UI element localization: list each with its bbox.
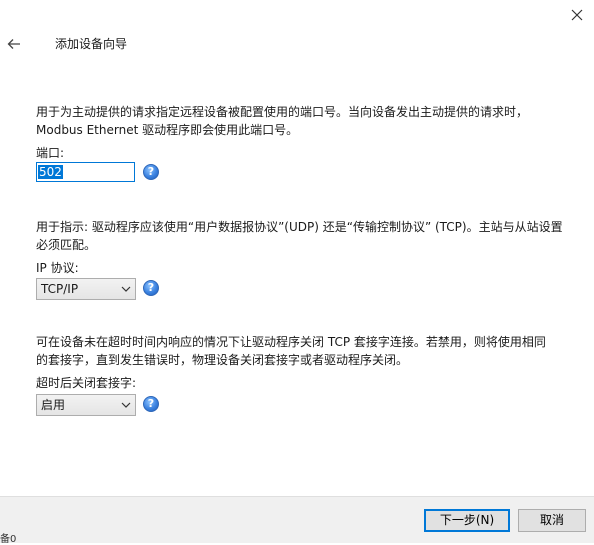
- protocol-label: IP 协议:: [36, 261, 79, 275]
- chevron-down-icon: [121, 286, 131, 292]
- protocol-select-value: TCP/IP: [41, 282, 79, 296]
- chevron-down-icon: [121, 402, 131, 408]
- port-input-value: 502: [38, 165, 63, 179]
- dialog-footer: 下一步(N) 取消: [0, 496, 594, 543]
- port-input[interactable]: 502: [36, 162, 135, 182]
- protocol-select[interactable]: TCP/IP: [36, 278, 136, 300]
- dialog-title: 添加设备向导: [55, 37, 128, 51]
- next-button[interactable]: 下一步(N): [424, 509, 510, 532]
- protocol-help-icon[interactable]: ?: [143, 280, 159, 296]
- back-button[interactable]: [5, 36, 23, 52]
- port-label: 端口:: [36, 146, 65, 160]
- edge-text: 备0: [0, 534, 17, 545]
- socket-help-icon[interactable]: ?: [143, 396, 159, 412]
- port-help-icon[interactable]: ?: [143, 164, 159, 180]
- close-button[interactable]: [564, 5, 590, 25]
- socket-select-value: 启用: [41, 398, 66, 412]
- socket-select[interactable]: 启用: [36, 394, 136, 416]
- cancel-button[interactable]: 取消: [518, 509, 586, 532]
- protocol-description: 用于指示: 驱动程序应该使用“用户数据报协议”(UDP) 还是“传输控制协议” …: [36, 220, 563, 252]
- socket-label: 超时后关闭套接字:: [36, 376, 137, 390]
- socket-description: 可在设备未在超时时间内响应的情况下让驱动程序关闭 TCP 套接字连接。若禁用，则…: [36, 335, 546, 367]
- close-icon: [571, 9, 583, 21]
- port-description: 用于为主动提供的请求指定远程设备被配置使用的端口号。当向设备发出主动提供的请求时…: [36, 105, 529, 137]
- back-arrow-icon: [7, 39, 20, 49]
